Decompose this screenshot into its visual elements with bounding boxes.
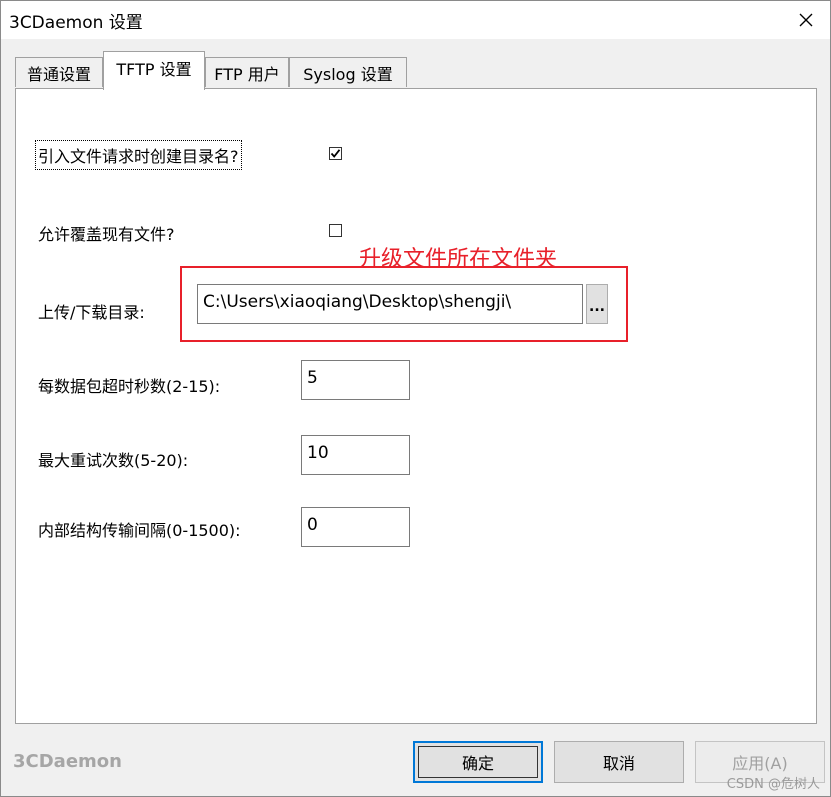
tab-tftp-settings[interactable]: TFTP 设置 (103, 51, 205, 90)
ok-button[interactable]: 确定 (413, 741, 543, 783)
close-button[interactable] (782, 1, 830, 39)
cancel-button[interactable]: 取消 (554, 741, 684, 783)
window-title: 3CDaemon 设置 (9, 13, 143, 33)
retries-label: 最大重试次数(5-20): (38, 451, 189, 470)
brand-label: 3CDaemon (13, 751, 122, 772)
browse-button[interactable]: ... (586, 284, 608, 324)
timeout-label: 每数据包超时秒数(2-15): (38, 377, 221, 396)
overwrite-label: 允许覆盖现有文件? (38, 225, 175, 244)
timeout-input[interactable]: 5 (301, 360, 410, 400)
tftp-settings-panel (15, 88, 817, 724)
settings-dialog: 3CDaemon 设置 普通设置 TFTP 设置 FTP 用户 Syslog 设… (0, 0, 831, 797)
tab-ftp-users[interactable]: FTP 用户 (205, 57, 289, 87)
checkmark-icon (330, 149, 341, 158)
close-icon (799, 13, 813, 27)
watermark: CSDN @危树人 (726, 777, 820, 792)
interval-label: 内部结构传输间隔(0-1500): (38, 521, 241, 540)
create-dir-checkbox[interactable] (329, 147, 342, 160)
interval-input[interactable]: 0 (301, 507, 410, 547)
tab-syslog-settings[interactable]: Syslog 设置 (289, 57, 407, 87)
title-bar: 3CDaemon 设置 (1, 1, 830, 39)
retries-input[interactable]: 10 (301, 435, 410, 475)
directory-input[interactable]: C:\Users\xiaoqiang\Desktop\shengji\ (197, 284, 583, 324)
tab-general-settings[interactable]: 普通设置 (15, 57, 103, 87)
directory-label: 上传/下载目录: (38, 303, 145, 322)
overwrite-checkbox[interactable] (329, 224, 342, 237)
create-dir-label: 引入文件请求时创建目录名? (35, 140, 242, 170)
